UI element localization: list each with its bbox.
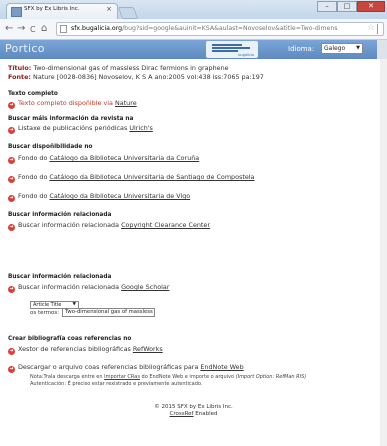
browser-tab[interactable]: SFX by Ex Libris Inc. ×: [6, 3, 118, 19]
journal-item: ➜ Listaxe de publicacións periódicas Ulri…: [8, 124, 153, 134]
go-icon[interactable]: ➜: [8, 286, 15, 293]
address-bar[interactable]: sfx.bugalicia.org/bug?sid=google&auinit=…: [56, 22, 384, 36]
crossref-link[interactable]: CrossRef: [170, 411, 194, 417]
section-journal: Buscar máis información da revista na: [8, 116, 134, 122]
source-value: Nature [0028-0836] Novoselov, K S A ano:…: [33, 72, 264, 81]
language-label: Idioma:: [288, 45, 315, 53]
url-text[interactable]: sfx.bugalicia.org/bug?sid=google&auinit=…: [71, 25, 367, 32]
import-cras-link[interactable]: Importar CRas: [104, 374, 140, 380]
record-info: Título: Two-dimensional gas of massless …: [8, 64, 378, 81]
browser-titlebar: SFX by Ex Libris Inc. × – □ ✕: [0, 0, 387, 19]
catalog-vigo-link[interactable]: Catálogo da Biblioteca Universitaria de …: [49, 192, 190, 200]
go-icon[interactable]: ➜: [8, 224, 15, 231]
related-scholar-item: ➜ Buscar información relacionada Google S…: [8, 283, 170, 293]
window-close-button[interactable]: ✕: [357, 1, 385, 12]
go-icon[interactable]: ➜: [8, 127, 15, 134]
section-availability: Buscar dispoñibilidade no: [8, 144, 93, 150]
catalog-coruna-link[interactable]: Catálogo da Biblioteca Universitaria da …: [49, 154, 199, 162]
reload-icon[interactable]: C: [30, 23, 36, 36]
terms-input[interactable]: Two-dimensional gas of massless: [62, 308, 155, 317]
section-full-text: Texto completo: [8, 91, 58, 97]
catalog-item-vigo: ➜ Fondo do Catálogo da Biblioteca Univers…: [8, 192, 191, 202]
new-tab-button[interactable]: [117, 7, 139, 19]
section-related-scholar: Buscar información relacionada: [8, 274, 112, 280]
bookmark-star-icon[interactable]: ☆: [367, 23, 375, 33]
section-related-ccc: Buscar información relacionada: [8, 212, 112, 218]
go-icon[interactable]: ➜: [8, 102, 15, 109]
catalog-santiago-link[interactable]: Catálogo da Biblioteca Universitaria de …: [49, 173, 254, 181]
forward-icon[interactable]: →: [17, 22, 25, 35]
crossref-line: CrossRef Enabled: [169, 411, 218, 417]
article-title: Two-dimensional gas of massless Dirac fe…: [33, 64, 229, 72]
terms-label: os termos:: [30, 310, 60, 316]
ulrichs-link[interactable]: Ulrich's: [129, 124, 153, 132]
refworks-link[interactable]: RefWorks: [133, 345, 163, 353]
tab-title: SFX by Ex Libris Inc.: [24, 6, 80, 12]
copyright-clearance-link[interactable]: Copyright Clearance Center: [121, 221, 210, 229]
page-header: Portico bugalicia Idioma: Galego ▼: [0, 40, 387, 59]
google-scholar-link[interactable]: Google Scholar: [121, 283, 169, 291]
scrollbar[interactable]: [380, 59, 387, 446]
title-label: Título:: [8, 64, 32, 72]
endnote-note: Nota:Trala descarga entre en Importar CR…: [30, 374, 307, 380]
catalog-item-coruna: ➜ Fondo do Catálogo da Biblioteca Univers…: [8, 154, 200, 164]
related-ccc-item: ➜ Buscar información relacionada Copyrigh…: [8, 221, 210, 231]
favicon-icon: [11, 7, 22, 17]
full-text-item: ➜ Texto completo dispoñible via Nature: [8, 99, 137, 109]
back-icon[interactable]: ←: [5, 22, 13, 35]
window-maximize-button[interactable]: □: [337, 1, 357, 12]
refworks-item: ➜ Xestor de referencias bibliográficas Re…: [8, 345, 163, 355]
auth-note: Autenticación: É preciso estar rexistrad…: [30, 381, 203, 387]
source-label: Fonte:: [8, 72, 31, 81]
go-icon[interactable]: ➜: [8, 366, 15, 373]
tab-close-icon[interactable]: ×: [106, 5, 112, 13]
endnote-web-link[interactable]: EndNote Web: [200, 363, 243, 371]
nature-link[interactable]: Nature: [115, 99, 137, 107]
catalog-item-santiago: ➜ Fondo do Catálogo da Biblioteca Univers…: [8, 173, 255, 183]
language-select[interactable]: Galego ▼: [321, 43, 363, 54]
browser-toolbar: ← → C ⌂ sfx.bugalicia.org/bug?sid=google…: [0, 19, 387, 40]
page-icon: [60, 25, 67, 33]
window-minimize-button[interactable]: –: [317, 1, 337, 12]
portico-logo: Portico: [5, 42, 45, 55]
endnote-item: ➜ Descargar o arquivo coas referencias bi…: [8, 363, 244, 373]
menu-icon[interactable]: [377, 24, 382, 34]
go-icon[interactable]: ➜: [8, 176, 15, 183]
section-bibliography: Crear bibliografía coas referencias no: [8, 336, 132, 342]
copyright-text: © 2015 SFX by Ex Libris Inc.: [154, 404, 233, 410]
go-icon[interactable]: ➜: [8, 195, 15, 202]
go-icon[interactable]: ➜: [8, 348, 15, 355]
bugalicia-logo: bugalicia: [206, 41, 258, 58]
chevron-down-icon: ▼: [356, 45, 360, 51]
home-icon[interactable]: ⌂: [41, 22, 47, 35]
go-icon[interactable]: ➜: [8, 157, 15, 164]
